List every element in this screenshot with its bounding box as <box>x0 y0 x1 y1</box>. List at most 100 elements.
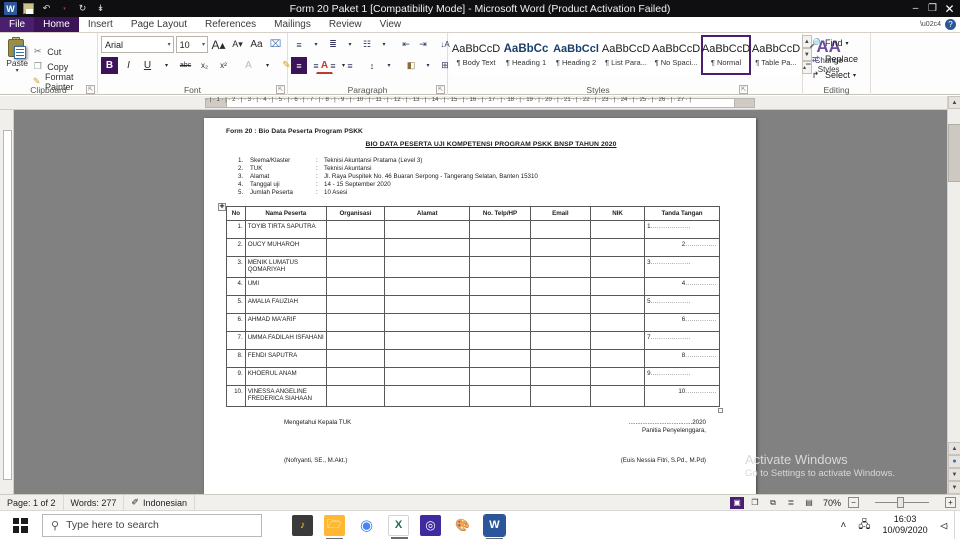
zoom-slider-thumb[interactable] <box>897 497 904 508</box>
cell-alamat[interactable] <box>384 331 471 351</box>
numbering-button[interactable]: ≣ <box>325 36 341 53</box>
tab-page-layout[interactable]: Page Layout <box>122 17 196 32</box>
decrease-indent-button[interactable]: ⇤ <box>398 36 414 53</box>
paste-dropdown-icon[interactable]: ▾ <box>16 68 19 74</box>
cell-nik[interactable] <box>589 295 646 315</box>
undo-dropdown-icon[interactable]: ▾ <box>58 2 71 15</box>
style-heading-2[interactable]: AaBbCcl ¶ Heading 2 <box>551 35 601 75</box>
select-browse-object-button[interactable]: ● <box>948 455 960 468</box>
style-normal[interactable]: AaBbCcD ¶ Normal <box>701 35 751 75</box>
cell-no[interactable]: 5. <box>226 295 246 315</box>
find-button[interactable]: 🔎 Find ▾ <box>806 35 867 51</box>
cell-nik[interactable] <box>589 349 646 369</box>
superscript-button[interactable]: x² <box>215 57 232 74</box>
bold-button[interactable]: B <box>101 57 118 74</box>
font-dialog-launcher[interactable]: ⇱ <box>276 85 285 94</box>
cell-signature[interactable]: 10............... <box>644 385 720 408</box>
file-explorer-icon[interactable]: 🗁 <box>324 514 345 539</box>
bullets-button[interactable]: ≡ <box>291 36 307 53</box>
cell-no[interactable]: 7. <box>226 331 246 351</box>
cell-email[interactable] <box>529 349 591 369</box>
cell-signature[interactable]: 9................... <box>644 367 720 387</box>
cell-name[interactable]: TOYIB TIRTA SAPUTRA <box>244 220 327 240</box>
tab-review[interactable]: Review <box>320 17 371 32</box>
cell-telp[interactable] <box>469 295 531 315</box>
cell-signature[interactable]: 3................... <box>644 256 720 279</box>
cell-alamat[interactable] <box>384 277 471 297</box>
styles-dialog-launcher[interactable]: ⇱ <box>739 85 748 94</box>
scroll-up-button[interactable]: ▲ <box>948 96 960 109</box>
cell-email[interactable] <box>529 295 591 315</box>
cell-name[interactable]: UMI <box>244 277 327 297</box>
clear-formatting-button[interactable]: ⌧ <box>267 36 284 53</box>
cell-telp[interactable] <box>469 385 531 408</box>
table-move-handle[interactable]: ✚ <box>218 203 226 212</box>
cell-org[interactable] <box>325 295 386 315</box>
sticky-notes-icon[interactable]: ♪ <box>292 514 313 536</box>
cell-nik[interactable] <box>589 367 646 387</box>
find-dropdown-icon[interactable]: ▾ <box>846 40 849 47</box>
line-spacing-button[interactable]: ↕ <box>364 57 380 74</box>
tab-view[interactable]: View <box>371 17 411 32</box>
cell-email[interactable] <box>529 238 591 258</box>
cell-org[interactable] <box>325 313 386 333</box>
change-case-button[interactable]: Aa <box>248 36 265 53</box>
print-layout-view-button[interactable]: ▣ <box>729 496 744 509</box>
taskbar-clock[interactable]: 16:03 10/09/2020 <box>877 514 934 536</box>
cell-org[interactable] <box>325 367 386 387</box>
microsoft-excel-icon[interactable]: X <box>388 514 409 539</box>
cell-telp[interactable] <box>469 256 531 279</box>
taskbar-search-box[interactable]: ⚲ Type here to search <box>42 513 262 537</box>
numbering-dropdown-icon[interactable]: ▾ <box>342 36 358 53</box>
cell-signature[interactable]: 8............... <box>644 349 720 369</box>
action-center-icon[interactable]: ⏿ <box>934 511 954 539</box>
cell-email[interactable] <box>529 256 591 279</box>
cell-email[interactable] <box>529 331 591 351</box>
cell-telp[interactable] <box>469 220 531 240</box>
cell-org[interactable] <box>325 385 386 408</box>
cell-no[interactable]: 10. <box>226 385 246 408</box>
scroll-down-button[interactable]: ▼ <box>948 481 960 494</box>
zoom-out-button[interactable]: − <box>848 497 859 508</box>
cell-org[interactable] <box>325 331 386 351</box>
close-button[interactable]: ✕ <box>941 1 958 16</box>
replace-button[interactable]: ⇄ Replace <box>806 51 867 67</box>
cell-signature[interactable]: 5................... <box>644 295 720 315</box>
paragraph-dialog-launcher[interactable]: ⇱ <box>436 85 445 94</box>
table-resize-handle[interactable] <box>718 408 723 414</box>
minimize-ribbon-icon[interactable]: \u02c4 <box>920 21 941 28</box>
cell-nik[interactable] <box>589 331 646 351</box>
cell-org[interactable] <box>325 349 386 369</box>
cell-email[interactable] <box>529 313 591 333</box>
vertical-scrollbar[interactable]: ▲ ▲ ● ▼ ▼ <box>947 96 960 494</box>
word-count[interactable]: Words: 277 <box>64 494 125 511</box>
style-list-paragraph[interactable]: AaBbCcD ¶ List Para... <box>601 35 651 75</box>
word-app-icon[interactable]: W <box>4 2 17 15</box>
align-right-button[interactable]: ≡ <box>325 57 341 74</box>
cell-nik[interactable] <box>589 220 646 240</box>
help-icon[interactable]: ? <box>945 19 956 30</box>
instagram-icon[interactable]: ◎ <box>420 514 441 536</box>
shading-dropdown-icon[interactable]: ▾ <box>420 57 436 74</box>
redo-icon[interactable]: ↻ <box>76 2 89 15</box>
paint-icon[interactable]: 🎨 <box>452 515 473 536</box>
zoom-in-button[interactable]: + <box>945 497 956 508</box>
document-canvas[interactable]: Form 20 : Bio Data Peserta Program PSKK … <box>14 110 947 494</box>
cell-name[interactable]: FENDI SAPUTRA <box>244 349 327 369</box>
cell-name[interactable]: MENIK LUMATUS QOMARIYAH <box>244 256 327 279</box>
start-button[interactable] <box>0 511 40 539</box>
strikethrough-button[interactable]: abc <box>177 57 194 74</box>
cell-signature[interactable]: 6............... <box>644 313 720 333</box>
previous-page-button[interactable]: ▲ <box>948 442 960 455</box>
justify-button[interactable]: ≡ <box>342 57 358 74</box>
cell-org[interactable] <box>325 256 386 279</box>
cell-signature[interactable]: 7................... <box>644 331 720 351</box>
cell-telp[interactable] <box>469 367 531 387</box>
cell-telp[interactable] <box>469 331 531 351</box>
cell-nik[interactable] <box>589 277 646 297</box>
cell-nik[interactable] <box>589 385 646 408</box>
cell-alamat[interactable] <box>384 220 471 240</box>
cell-no[interactable]: 8. <box>226 349 246 369</box>
line-spacing-dropdown-icon[interactable]: ▾ <box>381 57 397 74</box>
microsoft-word-icon[interactable]: W <box>483 513 506 539</box>
